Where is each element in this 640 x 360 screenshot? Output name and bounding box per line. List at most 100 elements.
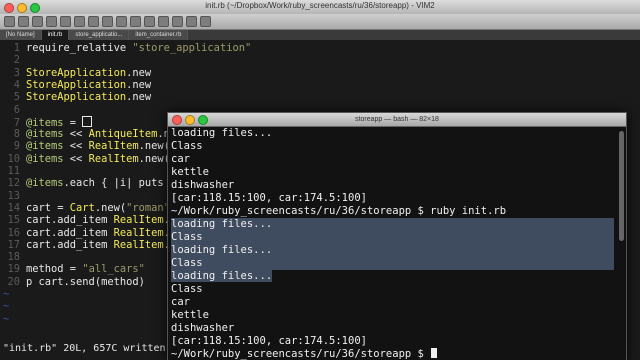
code-token: RealItem [113, 214, 164, 227]
line-number: 10 [7, 152, 20, 165]
code-token: StoreApplication [26, 91, 127, 104]
code-line: 3 StoreApplication.new [0, 67, 151, 79]
code-line: 9 @items << RealItem.new({:w [0, 140, 189, 152]
terminal-line: dishwasher [171, 179, 234, 192]
redo-icon[interactable] [74, 16, 85, 27]
code-token: cart.add_item [26, 226, 114, 239]
terminal-text: car [171, 296, 190, 308]
line-number: 11 [7, 165, 20, 177]
line-number: 15 [7, 214, 20, 227]
code-token: @items [26, 116, 64, 129]
open-icon[interactable] [4, 16, 15, 27]
terminal-text: Class [171, 231, 203, 243]
terminal-text: dishwasher [171, 322, 235, 334]
code-line: 6 [0, 104, 26, 116]
terminal-line: [car:118.15:100, car:174.5:100] [171, 335, 367, 348]
terminal-text: loading files... [171, 270, 273, 282]
terminal-scrollbar[interactable] [619, 131, 624, 241]
save-icon[interactable] [18, 16, 29, 27]
run-icon[interactable] [172, 16, 183, 27]
code-token: .new [126, 78, 152, 91]
code-token: method = [26, 263, 83, 276]
code-token: AntiqueItem [88, 128, 158, 141]
code-token: cart = [26, 201, 70, 214]
undo-icon[interactable] [60, 16, 71, 27]
copy-icon[interactable] [102, 16, 113, 27]
code-line: 5 StoreApplication.new [0, 91, 151, 103]
code-line: 7 @items = [0, 115, 93, 129]
code-line: 12 @items.each { |i| puts i.n [0, 177, 188, 189]
code-token: << [63, 140, 89, 153]
terminal-zoom-button[interactable] [198, 115, 208, 125]
build-icon[interactable] [158, 16, 169, 27]
line-number: 13 [7, 189, 20, 202]
code-line: 15cart.add_item RealItem.new [0, 214, 188, 227]
terminal-text: ~/Work/ruby_screencasts/ru/36/storeapp $… [171, 205, 507, 217]
terminal-window-controls [172, 115, 208, 125]
code-token: "store_application" [132, 42, 252, 54]
window-titlebar: init.rb (~/Dropbox/Work/ruby_screencasts… [0, 0, 640, 15]
terminal-minimize-button[interactable] [185, 115, 195, 125]
print-icon[interactable] [46, 16, 57, 27]
terminal-line: loading files... [171, 127, 272, 140]
tab[interactable]: store_applicatio... [69, 30, 130, 40]
terminal-output[interactable]: loading files... Class car kettle dishwasher… [171, 127, 626, 360]
terminal-line: loading files... [171, 218, 614, 231]
code-token: require_relative [26, 42, 133, 54]
line-number: 2 [13, 54, 20, 67]
tab[interactable]: item_container.rb [129, 30, 189, 40]
code-token: @items [26, 152, 64, 165]
find-next-icon[interactable] [144, 16, 155, 27]
line-number: 4 [13, 78, 20, 91]
terminal-line: Class [171, 140, 203, 153]
terminal-line: Class [171, 283, 203, 296]
code-line: 11 [0, 165, 26, 177]
code-line: 20 p cart.send(method) [0, 275, 145, 288]
terminal-line: Class [171, 231, 614, 244]
terminal-line: [car:118.15:100, car:174.5:100] [171, 192, 367, 205]
terminal-text: Class [171, 283, 203, 295]
terminal-window[interactable]: storeapp — bash — 82×18 loading files...… [167, 112, 627, 360]
terminal-text: dishwasher [171, 179, 235, 191]
save-all-icon[interactable] [32, 16, 43, 27]
code-line: 18 [0, 251, 26, 263]
code-token: Cart [69, 201, 95, 214]
terminal-line: loading files... [171, 244, 614, 257]
code-line: 10 @items << RealItem.new({:w [0, 152, 188, 165]
code-token: @items [26, 140, 64, 153]
line-number: 17 [7, 238, 20, 251]
terminal-text: loading files... [171, 127, 273, 139]
find-icon[interactable] [130, 16, 141, 27]
terminal-line: car [171, 153, 190, 166]
vim-cursor [82, 115, 93, 127]
terminal-text: kettle [171, 166, 209, 178]
line-number: 1 [13, 42, 20, 54]
terminal-text: car [171, 153, 190, 165]
code-token: cart.add_item [26, 238, 114, 251]
terminal-text: ~/Work/ruby_screencasts/ru/36/storeapp $ [171, 348, 431, 360]
radiation-icon[interactable] [186, 16, 197, 27]
code-token: RealItem [88, 152, 139, 165]
terminal-line: dishwasher [171, 322, 234, 335]
line-number: 19 [7, 263, 20, 276]
window-title: init.rb (~/Dropbox/Work/ruby_screencasts… [205, 1, 435, 10]
help-icon[interactable] [200, 16, 211, 27]
line-number: 20 [7, 275, 20, 288]
cut-icon[interactable] [88, 16, 99, 27]
code-token: .new [126, 91, 152, 104]
code-token: .new( [94, 201, 127, 214]
code-token: << [63, 152, 89, 165]
paste-icon[interactable] [116, 16, 127, 27]
tab[interactable]: [No Name] [0, 30, 42, 40]
tab-bar: [No Name] init.rb store_applicatio... item_… [0, 30, 640, 40]
terminal-title: storeapp — bash — 82×18 [355, 116, 439, 123]
toolbar [0, 14, 640, 30]
terminal-text: Class [171, 140, 203, 152]
terminal-text: [car:118.15:100, car:174.5:100] [171, 192, 367, 204]
terminal-close-button[interactable] [172, 115, 182, 125]
code-line: 13 [0, 190, 26, 202]
tab[interactable]: init.rb [41, 30, 70, 40]
code-line: 8@items << AntiqueItem.new( [0, 128, 189, 140]
code-token: p cart.send(method) [26, 275, 145, 288]
empty-line-marker: ~ [3, 300, 10, 313]
